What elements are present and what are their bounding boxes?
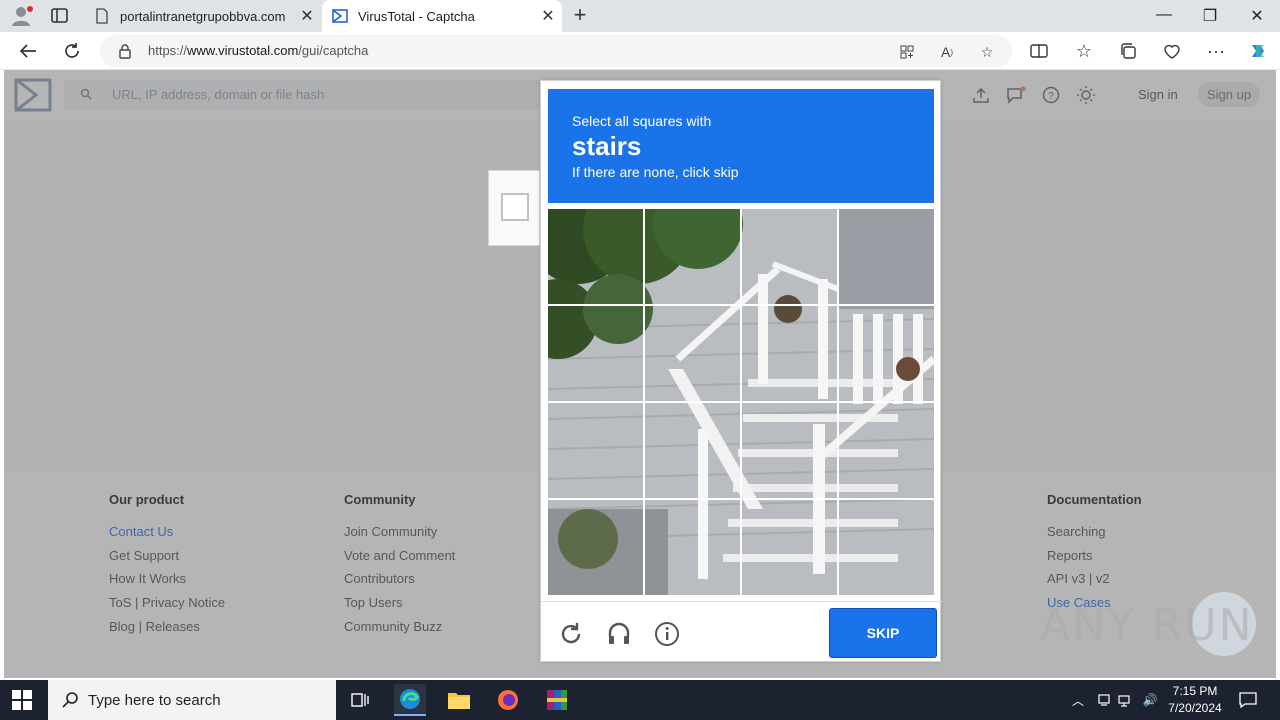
network-icon[interactable] [1118, 692, 1134, 708]
refresh-icon[interactable] [61, 40, 83, 62]
favorite-star-icon[interactable]: ☆ [978, 43, 996, 61]
tab-close-icon[interactable]: ✕ [534, 6, 562, 26]
captcha-image-grid [548, 209, 934, 595]
url-text: https://www.virustotal.com/gui/captcha [148, 43, 369, 58]
close-window-icon[interactable]: ✕ [1247, 6, 1267, 26]
prompt-target: stairs [572, 131, 642, 161]
captcha-challenge: Select all squares with stairs If there … [540, 80, 942, 663]
restore-icon[interactable]: ❐ [1200, 6, 1220, 26]
tab-virustotal[interactable]: VirusTotal - Captcha ✕ [322, 0, 562, 32]
clock-date: 7/20/2024 [1168, 701, 1222, 715]
back-icon[interactable] [17, 40, 39, 62]
new-tab-button[interactable]: + [570, 4, 590, 27]
skip-button[interactable]: SKIP [830, 609, 936, 657]
lock-icon[interactable] [118, 43, 132, 59]
browser-essentials-icon[interactable] [1161, 40, 1183, 62]
tab-label: VirusTotal - Captcha [358, 8, 475, 24]
task-view-icon[interactable] [344, 684, 376, 716]
tab-portalintranet[interactable]: portalintranetgrupobbva.com ✕ [84, 0, 321, 32]
search-icon [62, 691, 80, 709]
minimize-icon[interactable]: — [1154, 6, 1174, 24]
tray-chevron-up-icon[interactable]: ︿ [1070, 692, 1086, 708]
notification-center-icon[interactable] [1238, 692, 1258, 708]
browser-toolbar: https://www.virustotal.com/gui/captcha A… [0, 32, 1280, 70]
winrar-icon[interactable] [541, 684, 573, 716]
tab-label: portalintranetgrupobbva.com [120, 8, 286, 24]
firefox-icon[interactable] [492, 684, 524, 716]
windows-start-icon[interactable] [12, 690, 32, 710]
captcha-grid-lines [548, 209, 934, 595]
split-screen-icon[interactable] [1028, 40, 1050, 62]
reload-icon[interactable] [557, 620, 585, 648]
windows-taskbar: Type here to search ︿ 🔊 7:15 PM 7/20/202… [0, 680, 1280, 720]
anyrun-watermark: ANY RUN [1040, 600, 1254, 651]
clock-time: 7:15 PM [1172, 684, 1218, 698]
virustotal-icon [332, 8, 348, 24]
browser-tab-strip: portalintranetgrupobbva.com ✕ VirusTotal… [0, 0, 1280, 32]
tab-actions-icon[interactable] [50, 7, 70, 25]
system-clock[interactable]: 7:15 PM 7/20/2024 [1160, 683, 1230, 717]
captcha-footer: SKIP [541, 601, 942, 663]
address-bar[interactable]: https://www.virustotal.com/gui/captcha A… [100, 35, 1012, 67]
favorites-icon[interactable]: ☆ [1073, 40, 1095, 62]
tab-close-icon[interactable]: ✕ [293, 6, 321, 26]
collections-icon[interactable] [1117, 40, 1139, 62]
prompt-instruction: Select all squares with [572, 113, 712, 129]
edge-taskbar-icon[interactable] [394, 684, 426, 716]
prompt-hint: If there are none, click skip [572, 164, 739, 180]
read-aloud-icon[interactable]: A) [938, 43, 956, 61]
info-icon[interactable] [653, 620, 681, 648]
profile-icon[interactable] [10, 5, 34, 27]
taskbar-search[interactable]: Type here to search [48, 680, 336, 720]
volume-icon[interactable]: 🔊 [1142, 692, 1158, 708]
more-options-icon[interactable]: ··· [1205, 40, 1227, 62]
audio-challenge-icon[interactable] [605, 620, 633, 648]
copilot-icon[interactable] [1247, 40, 1269, 62]
file-explorer-icon[interactable] [443, 684, 475, 716]
taskbar-search-placeholder: Type here to search [88, 692, 221, 709]
captcha-checkbox-card [488, 170, 540, 246]
page-icon [94, 8, 110, 24]
captcha-prompt: Select all squares with stairs If there … [548, 89, 934, 203]
app-available-icon[interactable] [898, 43, 916, 61]
captcha-checkbox[interactable] [501, 193, 529, 221]
tray-device-icon[interactable] [1096, 692, 1112, 708]
